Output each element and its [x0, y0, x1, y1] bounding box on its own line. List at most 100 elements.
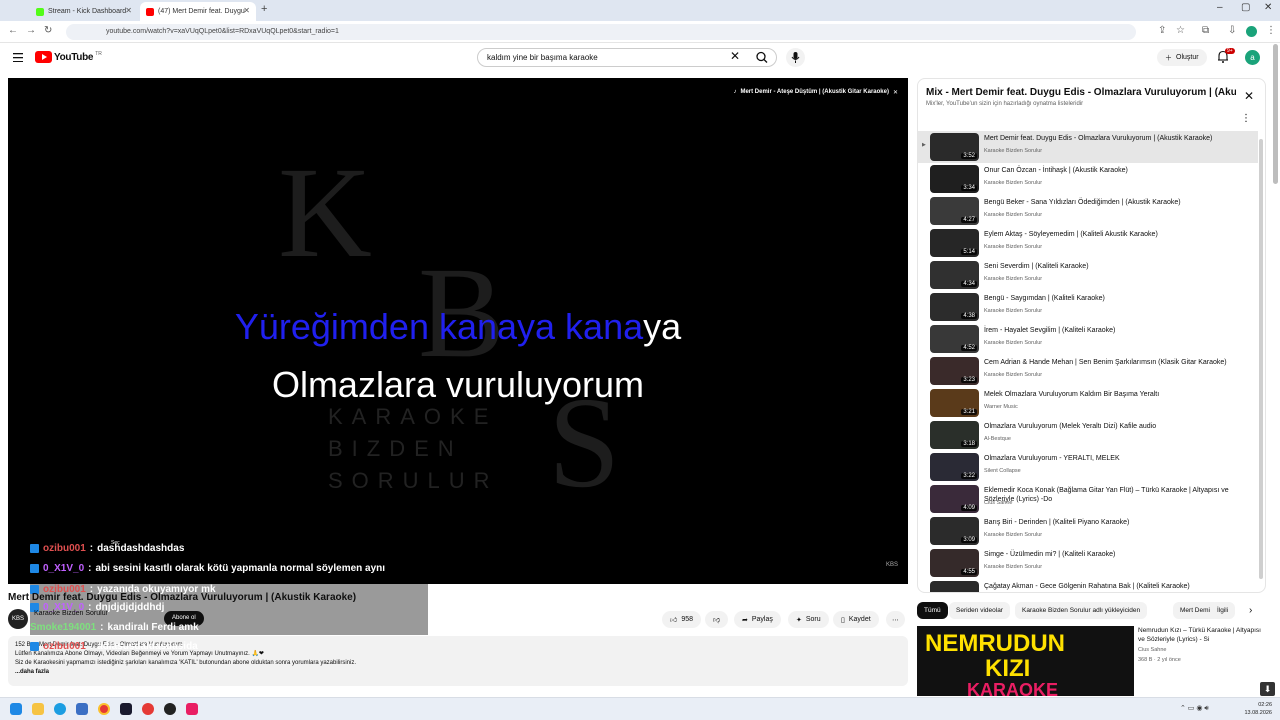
close-tab-icon[interactable]: ✕: [125, 6, 132, 15]
share-button[interactable]: ➦ Paylaş: [734, 611, 781, 628]
save-button[interactable]: ▯ Kaydet: [833, 611, 879, 628]
profile-icon[interactable]: [1246, 26, 1257, 37]
playlist-item-thumbnail[interactable]: 4:09: [930, 485, 979, 513]
close-playlist-icon[interactable]: ✕: [1244, 89, 1254, 103]
playlist-item-thumbnail[interactable]: 4:38: [930, 293, 979, 321]
more-actions-button[interactable]: ⋯: [886, 611, 905, 628]
minimize-icon[interactable]: –: [1217, 2, 1223, 13]
app-icon[interactable]: [120, 703, 132, 715]
playlist-item[interactable]: 3:18 Olmazlara Vuruluyorum (Melek Yeraltı…: [918, 419, 1258, 451]
search-button[interactable]: [750, 48, 777, 67]
account-avatar[interactable]: a: [1245, 50, 1260, 65]
clear-search-icon[interactable]: ✕: [730, 49, 740, 63]
playlist-item-thumbnail[interactable]: 3:21: [930, 389, 979, 417]
playlist-item[interactable]: Çağatay Akman - Gece Gölgenin Rahatına B…: [918, 579, 1258, 592]
dislike-button[interactable]: 👎︎: [705, 611, 729, 628]
playlist-item-thumbnail[interactable]: 4:55: [930, 549, 979, 577]
chat-message: ozibu001 : dashdashdashdas: [30, 543, 184, 554]
playlist-item[interactable]: 3:09 Barış Biri - Derinden | (Kaliteli Pi…: [918, 515, 1258, 547]
player-overlay-title[interactable]: ♪ Mert Demir - Ateşe Düştüm | (Akustik G…: [733, 89, 898, 96]
channel-name[interactable]: Karaoke Bizden Sorulur: [34, 610, 108, 617]
close-tab-icon[interactable]: ✕: [243, 6, 250, 15]
windows-start-icon[interactable]: [10, 703, 22, 715]
hamburger-menu-icon[interactable]: [13, 53, 23, 62]
browser-menu-icon[interactable]: ⋮: [1266, 25, 1276, 36]
extensions-icon[interactable]: ⧉: [1202, 25, 1209, 36]
playlist-item[interactable]: 3:23 Cem Adrian & Hande Mehan | Sen Benim…: [918, 355, 1258, 387]
playlist-item[interactable]: 5:14 Eylem Aktaş - Söyleyemedim | (Kalite…: [918, 227, 1258, 259]
playlist-item[interactable]: 4:34 Seni Severdim | (Kaliteli Karaoke) Ka…: [918, 259, 1258, 291]
edge-browser-icon[interactable]: [54, 703, 66, 715]
maximize-icon[interactable]: ▢: [1241, 2, 1250, 13]
playlist-item[interactable]: 4:52 İrem - Hayalet Sevgilim | (Kaliteli …: [918, 323, 1258, 355]
system-tray-icons[interactable]: ⌃ ▭ ◉ 🔊︎: [1180, 704, 1209, 713]
playlist-item[interactable]: 3:34 Onur Can Özcan - İntihaşk | (Akustik…: [918, 163, 1258, 195]
playlist-item-thumbnail[interactable]: 4:34: [930, 261, 979, 289]
playlist-item-thumbnail[interactable]: 3:18: [930, 421, 979, 449]
playlist-item-thumbnail[interactable]: 3:09: [930, 517, 979, 545]
like-button[interactable]: 👍︎ 958: [662, 611, 702, 628]
playlist-item[interactable]: 4:09 Eklemedir Koca Konak (Bağlama Gitar …: [918, 483, 1258, 515]
playlist-item[interactable]: ▶ 3:52 Mert Demir feat. Duygu Edis - Olmaz…: [918, 131, 1258, 163]
playlist-item-thumbnail[interactable]: 3:34: [930, 165, 979, 193]
browser-tab-kick[interactable]: Stream - Kick Dashboard ✕: [30, 2, 138, 21]
playlist-scrollbar[interactable]: [1259, 139, 1263, 579]
url-input[interactable]: youtube.com/watch?v=xaVUqQLpet0&list=RDx…: [66, 24, 1136, 40]
reload-icon[interactable]: ↻: [44, 25, 52, 36]
close-window-icon[interactable]: ✕: [1264, 2, 1272, 13]
share-page-icon[interactable]: ⇪: [1158, 25, 1166, 36]
forward-icon[interactable]: →: [26, 25, 36, 36]
playlist-item-title: İrem - Hayalet Sevgilim | (Kaliteli Kara…: [984, 327, 1116, 334]
chat-message: Smoke194001 : kandiralı Ferdi amk: [30, 622, 199, 633]
duration-badge: 3:21: [961, 409, 977, 415]
playlist-item[interactable]: 3:21 Melek Olmazlara Vuruluyorum Kaldım B…: [918, 387, 1258, 419]
voice-search-button[interactable]: [786, 48, 805, 67]
downloads-icon[interactable]: ⇩: [1228, 25, 1236, 36]
playlist-item-thumbnail[interactable]: 3:23: [930, 357, 979, 385]
chat-text: abi sesini kasıtlı olarak kötü yapmanla …: [95, 563, 386, 574]
playlist-item-thumbnail[interactable]: [930, 581, 979, 592]
playlist-item-thumbnail[interactable]: 4:52: [930, 325, 979, 353]
chip-series[interactable]: Seriden videolar: [949, 602, 1010, 619]
lyric-remaining-part: ya: [643, 306, 682, 347]
app-icon[interactable]: [164, 703, 176, 715]
close-overlay-icon[interactable]: ✕: [893, 89, 898, 96]
show-more-link[interactable]: ...daha fazla: [15, 668, 901, 677]
app-icon[interactable]: [186, 703, 198, 715]
recommended-video-title[interactable]: Nemrudun Kızı – Türkü Karaoke | Altyapıs…: [1138, 626, 1263, 644]
playlist-item-thumbnail[interactable]: 3:22: [930, 453, 979, 481]
recommended-video-thumbnail[interactable]: NEMRUDUN KIZI KARAOKE: [917, 626, 1134, 696]
chevron-right-icon[interactable]: ›: [1249, 605, 1252, 616]
youtube-logo[interactable]: YouTube TR: [35, 51, 102, 63]
playlist-item[interactable]: 4:27 Bengü Beker - Sana Yıldızları Ödediğ…: [918, 195, 1258, 227]
playlist-item[interactable]: 4:38 Bengü - Saygımdan | (Kaliteli Karaok…: [918, 291, 1258, 323]
chip-uploader[interactable]: Karaoke Bizden Sorulur adlı yükleyiciden: [1015, 602, 1148, 619]
system-clock[interactable]: 02:26 13.08.2026: [1244, 701, 1272, 717]
chip-all[interactable]: Tümü: [917, 602, 948, 619]
app-icon[interactable]: [142, 703, 154, 715]
ask-button[interactable]: ✦ Soru: [788, 611, 829, 628]
playlist-item-thumbnail[interactable]: 3:52: [930, 133, 979, 161]
playlist-more-icon[interactable]: ⋮: [1241, 113, 1251, 124]
store-icon[interactable]: [76, 703, 88, 715]
page-scrollbar[interactable]: [1273, 44, 1278, 184]
create-button[interactable]: ＋ Oluştur: [1157, 49, 1207, 66]
new-tab-icon[interactable]: +: [261, 3, 267, 15]
playlist-item-thumbnail[interactable]: 4:27: [930, 197, 979, 225]
playlist-title[interactable]: Mix - Mert Demir feat. Duygu Edis - Olma…: [926, 87, 1236, 98]
download-icon[interactable]: ⬇: [1260, 682, 1275, 696]
playlist-item[interactable]: 4:55 Simge - Üzülmedin mi? | (Kaliteli Ka…: [918, 547, 1258, 579]
browser-tab-youtube[interactable]: (47) Mert Demir feat. Duygu ✕: [140, 2, 256, 21]
channel-watermark[interactable]: KBS: [886, 562, 898, 568]
bookmark-star-icon[interactable]: ☆: [1176, 25, 1185, 36]
recommended-video-channel[interactable]: Cius Sahne: [1138, 647, 1166, 653]
video-player[interactable]: K B S KARAOKE BIZDEN SORULUR Yüreğimden …: [8, 78, 908, 584]
chip-related[interactable]: İlgili: [1210, 602, 1236, 619]
channel-avatar[interactable]: KBS: [8, 609, 28, 629]
chrome-browser-icon[interactable]: [98, 703, 110, 715]
playlist-item-thumbnail[interactable]: 5:14: [930, 229, 979, 257]
chat-username: 0_X1V_0: [43, 563, 85, 574]
playlist-item[interactable]: 3:22 Olmazlara Vuruluyorum - YERALTI, MEL…: [918, 451, 1258, 483]
file-explorer-icon[interactable]: [32, 703, 44, 715]
back-icon[interactable]: ←: [8, 25, 18, 36]
